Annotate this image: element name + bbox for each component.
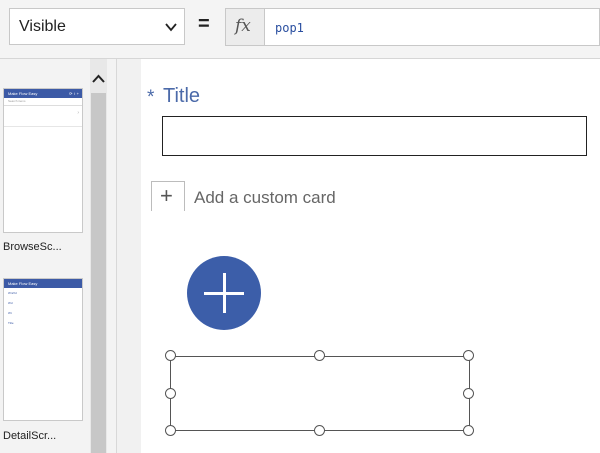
thumb-header: Make Flow Easy ⟳ ↕ + (4, 89, 82, 98)
property-dropdown[interactable]: Visible (9, 8, 185, 45)
canvas-gutter (117, 59, 141, 453)
resize-handle-top-right[interactable] (463, 350, 474, 361)
selected-control-outline[interactable] (170, 356, 470, 431)
screen-label-browse[interactable]: BrowseSc... (3, 241, 62, 253)
chevron-down-icon (165, 23, 177, 32)
required-marker: * (147, 87, 155, 108)
thumb-header-title: Make Flow Easy (8, 91, 38, 96)
design-canvas: * Title + Add a custom card (141, 59, 600, 453)
resize-handle-bottom[interactable] (314, 425, 325, 436)
thumb-line: Wd (8, 301, 13, 305)
thumb-header-title: Make Flow Easy (8, 281, 38, 286)
formula-input[interactable]: pop1 (265, 8, 600, 46)
formula-bar: Visible = fx pop1 (0, 0, 600, 59)
screen-thumbnail-browse[interactable]: Make Flow Easy ⟳ ↕ + Search items › (3, 88, 83, 233)
property-dropdown-value: Visible (19, 18, 66, 35)
screens-scrollbar[interactable] (90, 59, 107, 453)
resize-handle-left[interactable] (165, 388, 176, 399)
thumb-line: Title (8, 321, 14, 325)
add-card-label: Add a custom card (194, 188, 336, 207)
thumb-header-icons: ⟳ ↕ + (69, 91, 79, 96)
formula-text: pop1 (275, 21, 304, 35)
screens-panel: Make Flow Easy ⟳ ↕ + Search items › Brow… (0, 59, 90, 453)
screen-thumbnail-detail[interactable]: Make Flow Easy Wnrfid Wd Wt Title (3, 278, 83, 421)
field-label-title: Title (163, 85, 201, 107)
plus-icon: + (160, 183, 173, 208)
fx-icon: fx (235, 16, 251, 36)
equals-sign: = (198, 13, 210, 35)
plus-icon-vertical (223, 273, 226, 313)
thumb-header: Make Flow Easy (4, 279, 82, 288)
fx-button[interactable]: fx (225, 8, 265, 46)
chevron-right-icon: › (77, 110, 79, 116)
resize-handle-bottom-left[interactable] (165, 425, 176, 436)
thumb-search: Search items (4, 98, 82, 106)
thumb-list-item: › (4, 106, 82, 127)
thumb-line: Wnrfid (8, 291, 17, 295)
thumb-line: Wt (8, 311, 12, 315)
screen-label-detail[interactable]: DetailScr... (3, 430, 56, 442)
chevron-up-icon[interactable] (90, 69, 107, 89)
add-button[interactable] (187, 256, 261, 330)
scrollbar-thumb[interactable] (91, 93, 106, 453)
add-custom-card-button[interactable]: + Add a custom card (151, 181, 451, 211)
title-input[interactable] (162, 116, 587, 156)
resize-handle-top-left[interactable] (165, 350, 176, 361)
resize-handle-bottom-right[interactable] (463, 425, 474, 436)
resize-handle-right[interactable] (463, 388, 474, 399)
resize-handle-top[interactable] (314, 350, 325, 361)
add-card-plus-box: + (151, 181, 185, 211)
